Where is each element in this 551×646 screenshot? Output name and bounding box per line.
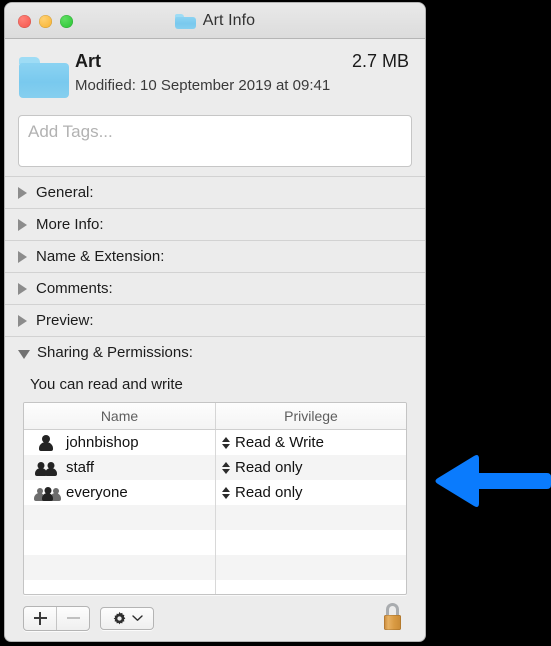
privilege-stepper-icon[interactable] (222, 435, 231, 451)
privilege-value: Read & Write (235, 434, 324, 451)
user-name: johnbishop (66, 434, 139, 451)
table-row-empty (24, 555, 406, 580)
section-label: Preview: (36, 312, 94, 329)
cell-name[interactable]: everyone (24, 480, 216, 505)
column-header-name[interactable]: Name (24, 403, 216, 429)
section-sharing-permissions[interactable]: Sharing & Permissions: (5, 336, 425, 368)
file-name: Art (75, 51, 101, 71)
art-info-window: Art Info Art 2.7 MB Modified: 10 Septemb… (5, 3, 425, 641)
zoom-button[interactable] (60, 15, 73, 28)
file-meta-top: Art 2.7 MB (75, 51, 411, 72)
privilege-stepper-icon[interactable] (222, 460, 231, 476)
cell-name-empty (24, 505, 216, 530)
add-tags-placeholder: Add Tags... (28, 122, 113, 141)
column-header-privilege[interactable]: Privilege (216, 403, 406, 429)
table-row[interactable]: johnbishop Read & Write (24, 430, 406, 455)
user-name: everyone (66, 484, 128, 501)
folder-icon (174, 13, 196, 29)
everyone-users-icon (34, 484, 61, 502)
cell-name-empty (24, 530, 216, 555)
section-label: Comments: (36, 280, 113, 297)
add-user-button[interactable] (24, 607, 56, 630)
disclosure-triangle-right-icon[interactable] (18, 250, 27, 263)
cell-privilege-empty (216, 505, 406, 530)
permissions-toolbar (5, 595, 425, 641)
chevron-down-icon (131, 615, 143, 621)
add-remove-segmented-control (23, 605, 90, 631)
disclosure-triangle-down-icon[interactable] (18, 350, 30, 359)
permissions-table: Name Privilege johnbishop Read & Write s… (23, 402, 407, 595)
file-size: 2.7 MB (351, 51, 409, 71)
privilege-stepper-icon[interactable] (222, 485, 231, 501)
cell-name[interactable]: staff (24, 455, 216, 480)
action-menu-button[interactable] (100, 606, 154, 630)
traffic-lights (18, 15, 73, 28)
folder-icon (19, 56, 69, 98)
cell-privilege[interactable]: Read only (216, 455, 406, 480)
cell-name[interactable]: johnbishop (24, 430, 216, 455)
permissions-table-header: Name Privilege (24, 403, 406, 430)
window-title: Art Info (202, 11, 256, 29)
minus-icon (66, 617, 80, 619)
section-label: Sharing & Permissions: (37, 344, 193, 361)
table-row-empty (24, 580, 406, 594)
tags-field-wrap: Add Tags... (5, 111, 425, 176)
single-user-icon (34, 434, 60, 452)
cell-privilege-empty (216, 580, 406, 594)
section-more-info[interactable]: More Info: (5, 208, 425, 240)
user-name: staff (66, 459, 95, 476)
group-users-icon (34, 459, 60, 477)
disclosure-triangle-right-icon[interactable] (18, 218, 27, 231)
section-general[interactable]: General: (5, 176, 425, 208)
section-label: Name & Extension: (36, 248, 165, 265)
file-summary: Art 2.7 MB Modified: 10 September 2019 a… (5, 39, 425, 111)
plus-icon (33, 611, 47, 625)
minimize-button[interactable] (39, 15, 52, 28)
disclosure-triangle-right-icon[interactable] (18, 282, 27, 295)
gear-icon (113, 611, 125, 624)
disclosure-triangle-right-icon[interactable] (18, 186, 27, 199)
cell-name-empty (24, 555, 216, 580)
cell-privilege[interactable]: Read only (216, 480, 406, 505)
table-row-empty (24, 530, 406, 555)
permissions-table-body: johnbishop Read & Write staff Read only … (24, 430, 406, 594)
info-sections: General: More Info: Name & Extension: Co… (5, 176, 425, 368)
table-row[interactable]: everyone Read only (24, 480, 406, 505)
section-label: More Info: (36, 216, 104, 233)
cell-privilege[interactable]: Read & Write (216, 430, 406, 455)
disclosure-triangle-right-icon[interactable] (18, 314, 27, 327)
file-meta: Art 2.7 MB Modified: 10 September 2019 a… (75, 51, 411, 94)
sharing-permissions-body: You can read and write Name Privilege jo… (5, 368, 425, 595)
cell-privilege-empty (216, 555, 406, 580)
cell-privilege-empty (216, 530, 406, 555)
add-tags-input[interactable]: Add Tags... (18, 115, 412, 167)
remove-user-button[interactable] (56, 606, 89, 630)
section-comments[interactable]: Comments: (5, 272, 425, 304)
window-titlebar[interactable]: Art Info (5, 3, 425, 39)
section-name-extension[interactable]: Name & Extension: (5, 240, 425, 272)
left-arrow-icon (435, 455, 551, 507)
privilege-value: Read only (235, 459, 303, 476)
unlocked-padlock-icon[interactable] (383, 603, 407, 631)
section-preview[interactable]: Preview: (5, 304, 425, 336)
table-row[interactable]: staff Read only (24, 455, 406, 480)
privilege-value: Read only (235, 484, 303, 501)
table-row-empty (24, 505, 406, 530)
close-button[interactable] (18, 15, 31, 28)
permission-summary: You can read and write (30, 376, 183, 393)
file-modified: Modified: 10 September 2019 at 09:41 (75, 77, 331, 94)
section-label: General: (36, 184, 94, 201)
padlock-body (384, 615, 401, 630)
file-icon-wrap (19, 51, 75, 103)
cell-name-empty (24, 580, 216, 594)
